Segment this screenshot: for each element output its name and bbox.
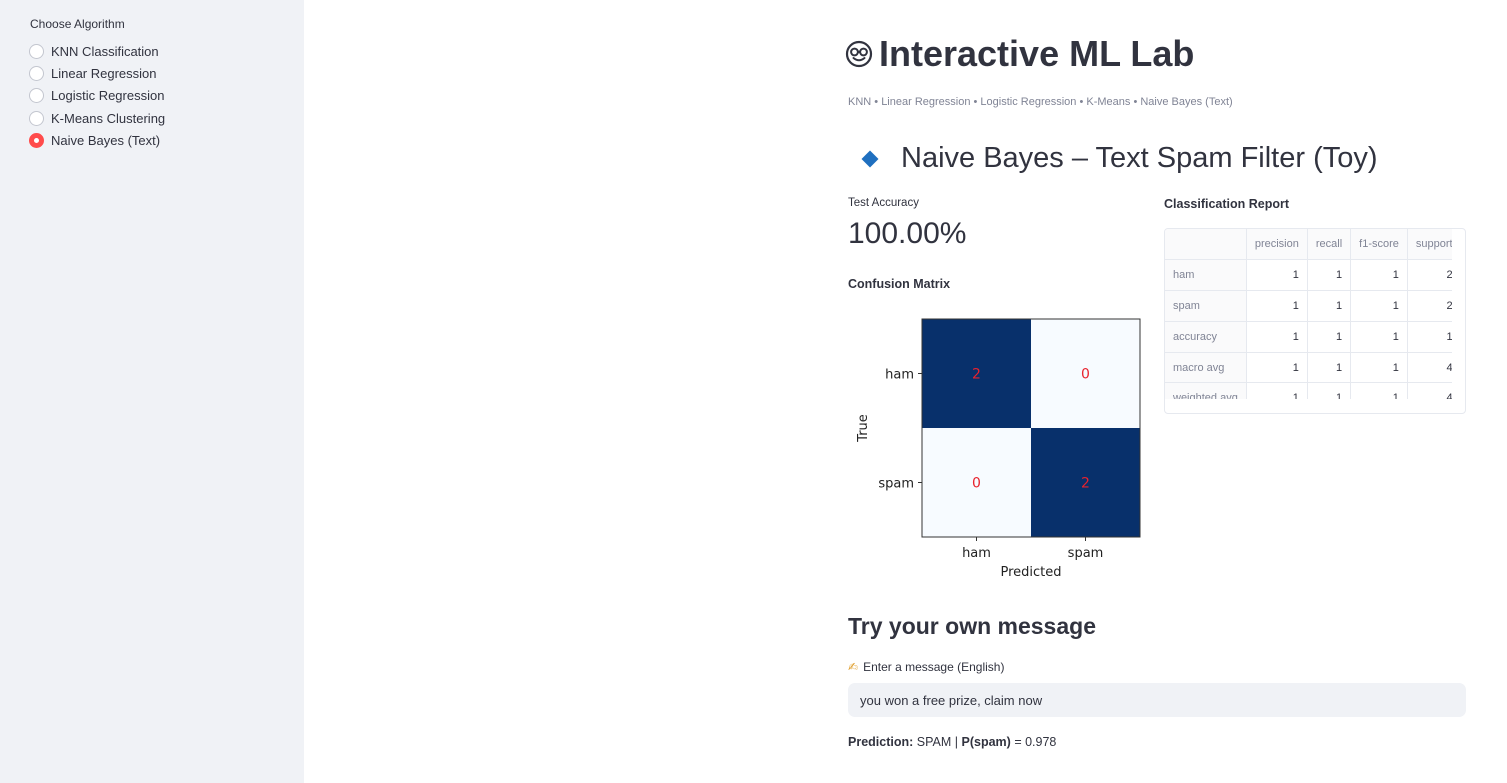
table-cell: 1 xyxy=(1350,290,1408,322)
prediction-separator: | xyxy=(954,735,959,749)
row-header: ham xyxy=(1165,259,1247,292)
main-area: Interactive ML Lab KNN • Linear Regressi… xyxy=(304,0,1507,783)
metric-value: 100.00% xyxy=(848,217,967,250)
table-cell: 1 xyxy=(1246,259,1308,292)
algorithm-label: Choose Algorithm xyxy=(30,17,125,31)
table-cell: 1 xyxy=(1307,352,1352,384)
prediction-label: Prediction: xyxy=(848,735,914,749)
table-cell: 2 xyxy=(1407,259,1452,292)
writing-hand-icon: ✍ xyxy=(848,660,859,674)
cell-value-label: 2 xyxy=(972,367,981,383)
table-cell: 1 xyxy=(1307,382,1352,399)
radio-button[interactable] xyxy=(29,110,44,126)
table-cell: 1 xyxy=(1350,259,1408,292)
section-title-text: Naive Bayes – Text Spam Filter (Toy) xyxy=(901,142,1378,174)
table-row: ham 1 1 1 2 xyxy=(1165,259,1452,292)
y-tick-label: spam xyxy=(878,477,914,492)
column-header[interactable] xyxy=(1165,229,1247,261)
table-cell: 1 xyxy=(1350,382,1408,399)
table-cell: 1 xyxy=(1350,321,1408,353)
metric-label: Test Accuracy xyxy=(848,197,919,209)
radio-option-linear-regression[interactable]: Linear Regression xyxy=(29,62,165,84)
try-message-title: Try your own message xyxy=(848,613,1096,639)
message-input-label-text: Enter a message (English) xyxy=(863,660,1005,674)
section-title: Naive Bayes – Text Spam Filter (Toy) xyxy=(860,142,1378,175)
cell-value-label: 2 xyxy=(1081,476,1090,492)
radio-button[interactable] xyxy=(29,43,44,59)
algorithms-caption: KNN • Linear Regression • Logistic Regre… xyxy=(848,96,1233,108)
sidebar: Choose Algorithm KNN Classification Line… xyxy=(0,0,304,783)
radio-button[interactable] xyxy=(29,88,44,104)
table-header-row: precision recall f1-score support xyxy=(1165,229,1452,261)
table-cell: 1 xyxy=(1307,259,1352,292)
y-axis-label: True xyxy=(856,414,871,443)
x-tick-label: spam xyxy=(1068,546,1104,561)
y-tick-label: ham xyxy=(885,368,914,383)
column-header[interactable]: precision xyxy=(1246,229,1308,261)
message-input-label: ✍ Enter a message (English) xyxy=(848,660,1004,674)
radio-label: Naive Bayes (Text) xyxy=(51,133,161,149)
column-header[interactable]: recall xyxy=(1307,229,1352,261)
nerd-face-icon xyxy=(845,40,873,68)
message-input[interactable] xyxy=(848,683,1466,717)
radio-button[interactable] xyxy=(29,66,44,82)
table-cell: 1 xyxy=(1307,321,1352,353)
column-header[interactable]: support xyxy=(1407,229,1452,261)
classification-report-title: Classification Report xyxy=(1164,197,1290,211)
main-content: Interactive ML Lab KNN • Linear Regressi… xyxy=(845,0,1468,783)
confusion-matrix-chart: 2 0 0 2 ham spam ham spam Predicted True xyxy=(856,318,1141,580)
cell-value-label: 0 xyxy=(972,476,981,492)
page-title: Interactive ML Lab xyxy=(845,33,1194,75)
table-cell: 1 xyxy=(1246,382,1308,399)
radio-label: Logistic Regression xyxy=(51,88,165,104)
table-cell: 1 xyxy=(1246,321,1308,353)
x-axis-label: Predicted xyxy=(1000,565,1061,580)
table-row: weighted avg 1 1 1 4 xyxy=(1165,382,1452,399)
table-cell: 1 xyxy=(1407,321,1452,353)
page-title-text: Interactive ML Lab xyxy=(879,33,1195,74)
x-tick-label: ham xyxy=(962,546,991,561)
table-cell: 4 xyxy=(1407,352,1452,384)
table-row: accuracy 1 1 1 1 xyxy=(1165,321,1452,353)
table-row: spam 1 1 1 2 xyxy=(1165,290,1452,322)
confusion-matrix-title: Confusion Matrix xyxy=(848,277,951,291)
table-cell: 2 xyxy=(1407,290,1452,322)
radio-option-naive-bayes[interactable]: Naive Bayes (Text) xyxy=(29,130,165,152)
table-cell: 1 xyxy=(1246,290,1308,322)
classification-report-table[interactable]: precision recall f1-score support ham 1 … xyxy=(1164,228,1466,414)
row-header: spam xyxy=(1165,290,1247,322)
column-header[interactable]: f1-score xyxy=(1350,229,1408,261)
radio-label: Linear Regression xyxy=(51,66,157,82)
prediction-result: Prediction: SPAM | P(spam) = 0.978 xyxy=(848,735,1056,749)
row-header: weighted avg xyxy=(1165,382,1247,399)
radio-option-kmeans[interactable]: K-Means Clustering xyxy=(29,107,165,129)
radio-label: KNN Classification xyxy=(51,43,159,59)
cell-value-label: 0 xyxy=(1081,367,1090,383)
radio-option-logistic-regression[interactable]: Logistic Regression xyxy=(29,85,165,107)
prediction-value: SPAM xyxy=(916,735,952,749)
probability-value: = 0.978 xyxy=(1014,735,1057,749)
radio-label: K-Means Clustering xyxy=(51,110,166,126)
table-row: macro avg 1 1 1 4 xyxy=(1165,352,1452,384)
blue-diamond-icon xyxy=(861,150,879,167)
algorithm-radio-group: KNN Classification Linear Regression Log… xyxy=(29,40,165,152)
radio-button-selected[interactable] xyxy=(29,133,44,149)
radio-option-knn[interactable]: KNN Classification xyxy=(29,40,165,62)
table-cell: 1 xyxy=(1350,352,1408,384)
table-cell: 1 xyxy=(1246,352,1308,384)
row-header: accuracy xyxy=(1165,321,1247,353)
row-header: macro avg xyxy=(1165,352,1247,384)
probability-label: P(spam) xyxy=(961,735,1011,749)
table-viewport: precision recall f1-score support ham 1 … xyxy=(1165,229,1452,399)
table-cell: 1 xyxy=(1307,290,1352,322)
table-cell: 4 xyxy=(1407,382,1452,399)
